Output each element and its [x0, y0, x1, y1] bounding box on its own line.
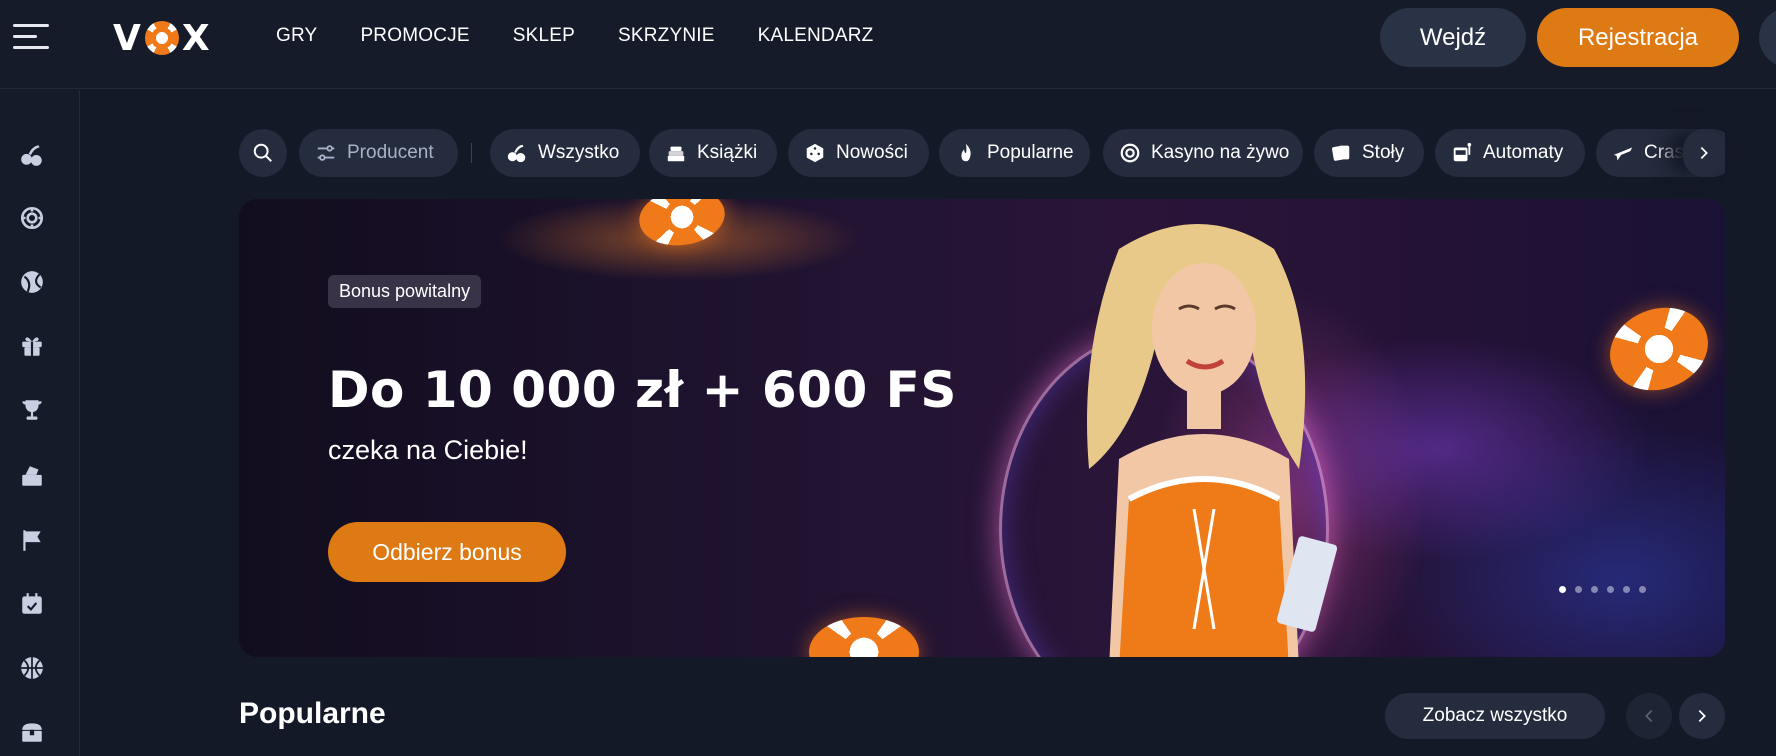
carousel-dots	[1559, 586, 1646, 593]
bonus-badge: Bonus powitalny	[328, 275, 482, 308]
section-title-popular: Popularne	[239, 697, 386, 730]
category-label: Nowości	[836, 142, 908, 163]
category-label: Stoły	[1362, 142, 1405, 163]
see-all-button[interactable]: Zobacz wszystko	[1385, 693, 1605, 739]
nav-item-chests[interactable]: SKRZYNIE	[618, 25, 715, 47]
roulette-icon	[1119, 142, 1141, 164]
producer-filter[interactable]: Producent	[299, 129, 458, 177]
cherries-icon	[506, 142, 528, 164]
promo-banner[interactable]: Bonus powitalny Do 10 000 zł + 600 FS cz…	[239, 199, 1725, 657]
category-popular[interactable]: Popularne	[939, 129, 1090, 177]
fire-icon	[955, 142, 977, 164]
logo-chip-icon	[144, 21, 179, 55]
category-tables[interactable]: Stoły	[1314, 129, 1424, 177]
popular-next-button[interactable]	[1679, 693, 1725, 739]
nav-item-games[interactable]: GRY	[276, 25, 317, 47]
nav-item-shop[interactable]: SKLEP	[513, 25, 575, 47]
nav-item-calendar[interactable]: KALENDARZ	[758, 25, 874, 47]
roulette-icon[interactable]	[18, 204, 46, 232]
carousel-dot[interactable]	[1559, 586, 1566, 593]
sliders-icon	[315, 142, 337, 164]
claim-bonus-button[interactable]: Odbierz bonus	[328, 522, 566, 582]
hostess-image	[1087, 224, 1338, 657]
chevron-right-icon	[1698, 710, 1706, 722]
nav-item-promotions[interactable]: PROMOCJE	[360, 25, 469, 47]
casino-chip-image	[635, 199, 729, 251]
casino-chip-image	[809, 617, 919, 657]
category-live-casino[interactable]: Kasyno na żywo	[1103, 129, 1303, 177]
casino-chip-image	[1598, 294, 1720, 404]
plane-icon	[1612, 142, 1634, 164]
main-nav: GRY PROMOCJE SKLEP SKRZYNIE KALENDARZ	[276, 25, 916, 47]
logo[interactable]: V X	[113, 17, 211, 59]
category-books[interactable]: Książki	[649, 129, 777, 177]
basketball-icon[interactable]	[18, 654, 46, 682]
trophy-icon[interactable]	[18, 396, 46, 424]
cherries-icon[interactable]	[18, 141, 46, 169]
sidebar	[0, 90, 80, 756]
flag-icon[interactable]	[18, 526, 46, 554]
chevron-left-icon	[1645, 710, 1653, 722]
logo-letter-v: V	[113, 17, 142, 59]
producer-label: Producent	[347, 142, 434, 163]
login-button[interactable]: Wejdź	[1380, 8, 1526, 67]
chest-icon[interactable]	[18, 718, 46, 746]
carousel-dot[interactable]	[1639, 586, 1646, 593]
carousel-dot[interactable]	[1575, 586, 1582, 593]
search-icon	[253, 143, 272, 162]
category-next-button[interactable]	[1683, 129, 1725, 177]
category-divider	[471, 143, 472, 163]
carousel-dot[interactable]	[1591, 586, 1598, 593]
cashier-icon[interactable]	[18, 462, 46, 490]
calendar-icon[interactable]	[18, 590, 46, 618]
search-button[interactable]	[239, 129, 287, 177]
category-label: Popularne	[987, 142, 1074, 163]
banner-subline: czeka na Ciebie!	[328, 435, 528, 465]
logo-letter-x: X	[181, 17, 211, 59]
ball-icon[interactable]	[18, 268, 46, 296]
dice-icon	[804, 142, 826, 164]
books-icon	[665, 142, 687, 164]
category-label: Automaty	[1483, 142, 1564, 163]
carousel-dot[interactable]	[1623, 586, 1630, 593]
register-button[interactable]: Rejestracja	[1537, 8, 1739, 67]
banner-headline: Do 10 000 zł + 600 FS	[328, 361, 957, 419]
category-slots[interactable]: Automaty	[1435, 129, 1585, 177]
carousel-dot[interactable]	[1607, 586, 1614, 593]
top-bar: V X GRY PROMOCJE SKLEP SKRZYNIE KALENDAR…	[0, 0, 1776, 89]
edge-button[interactable]	[1759, 8, 1776, 67]
menu-icon[interactable]	[13, 22, 51, 52]
category-bar: Producent Wszystko Książki Nowości Popul…	[239, 129, 1725, 177]
cards-icon	[1330, 142, 1352, 164]
gift-icon[interactable]	[18, 332, 46, 360]
popular-prev-button[interactable]	[1626, 693, 1672, 739]
category-label: Książki	[697, 142, 758, 163]
category-label: Kasyno na żywo	[1151, 142, 1290, 163]
category-label: Wszystko	[538, 142, 620, 163]
slot-icon	[1451, 142, 1473, 164]
category-all[interactable]: Wszystko	[490, 129, 640, 177]
chevron-right-icon	[1700, 147, 1708, 159]
category-new[interactable]: Nowości	[788, 129, 929, 177]
